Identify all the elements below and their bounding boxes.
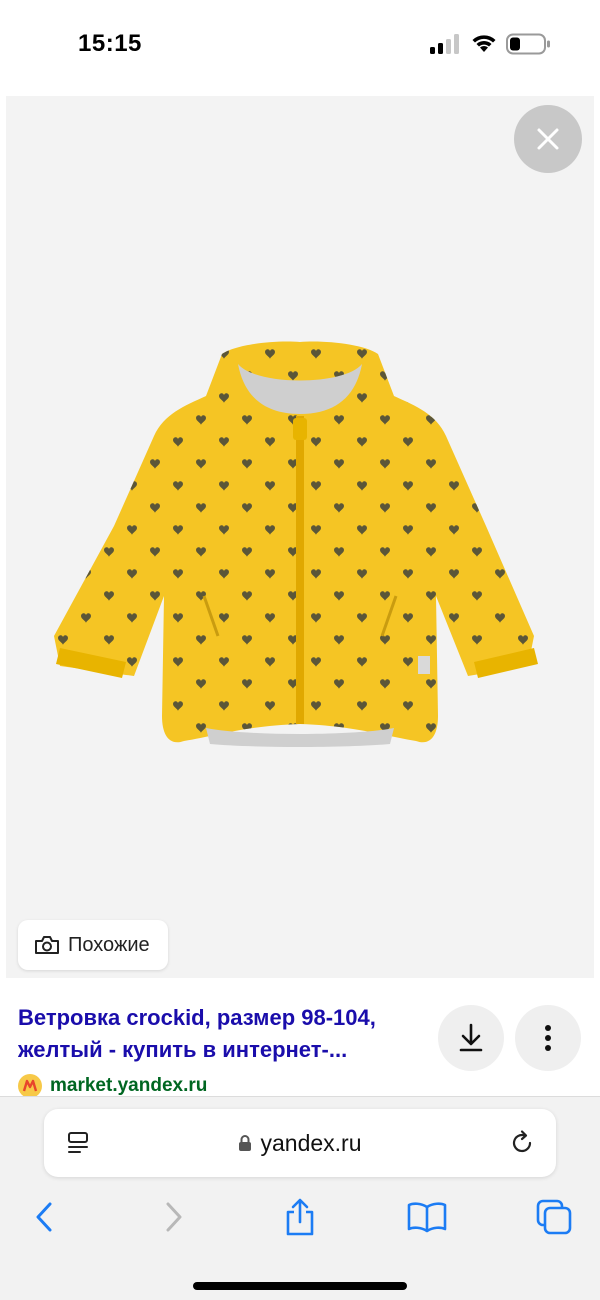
home-indicator — [193, 1282, 407, 1290]
similar-button[interactable]: Похожие — [18, 920, 168, 970]
chevron-left-icon — [36, 1202, 52, 1232]
tabs-button[interactable] — [530, 1193, 578, 1241]
back-button[interactable] — [20, 1193, 68, 1241]
camera-search-icon — [35, 936, 59, 954]
browser-toolbar: yandex.ru — [0, 1096, 600, 1300]
similar-label: Похожие — [68, 933, 150, 956]
url-display[interactable]: yandex.ru — [44, 1109, 556, 1177]
bookmarks-button[interactable] — [403, 1193, 451, 1241]
url-text: yandex.ru — [260, 1129, 362, 1156]
cellular-signal-icon — [430, 34, 459, 54]
close-icon — [537, 128, 559, 150]
download-button[interactable] — [438, 1005, 504, 1071]
more-button[interactable] — [515, 1005, 581, 1071]
forward-button[interactable] — [150, 1193, 198, 1241]
tabs-icon — [536, 1199, 572, 1235]
close-button[interactable] — [514, 105, 582, 173]
wifi-icon — [472, 35, 496, 52]
reload-icon[interactable] — [508, 1129, 536, 1157]
share-button[interactable] — [276, 1193, 324, 1241]
source-domain: market.yandex.ru — [50, 1075, 208, 1096]
market-favicon-icon — [18, 1074, 42, 1098]
lock-icon — [239, 1135, 252, 1151]
status-time: 15:15 — [78, 30, 142, 57]
share-icon — [286, 1198, 314, 1236]
image-viewer[interactable] — [6, 96, 594, 978]
browser-nav — [0, 1193, 600, 1241]
jacket-illustration — [54, 341, 538, 747]
address-bar[interactable]: yandex.ru — [44, 1109, 556, 1177]
product-photo — [54, 341, 538, 747]
result-title[interactable]: Ветровка crockid, размер 98-104, желтый … — [18, 1002, 428, 1066]
download-icon — [459, 1023, 483, 1052]
more-vertical-icon — [545, 1025, 551, 1051]
book-icon — [407, 1202, 447, 1233]
chevron-right-icon — [166, 1202, 182, 1232]
status-bar: 15:15 — [0, 0, 600, 92]
result-info: Ветровка crockid, размер 98-104, желтый … — [18, 1002, 428, 1098]
result-source[interactable]: market.yandex.ru — [18, 1074, 428, 1098]
battery-icon — [506, 33, 550, 55]
